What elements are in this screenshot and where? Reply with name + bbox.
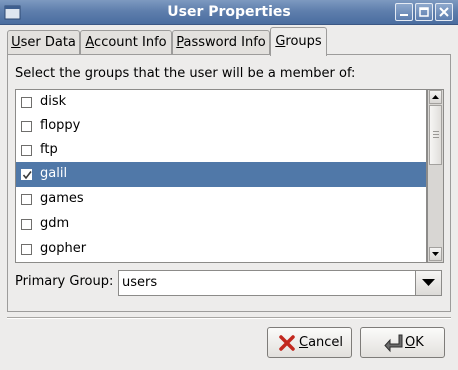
ok-label: OK [405, 335, 424, 350]
maximize-button[interactable] [415, 3, 433, 21]
group-name: floppy [40, 118, 81, 133]
arrow-up-icon [432, 95, 439, 99]
group-checkbox[interactable] [21, 244, 32, 255]
group-name: gopher [40, 241, 87, 256]
group-name: disk [40, 94, 67, 109]
groups-instruction: Select the groups that the user will be … [15, 66, 356, 81]
primary-group-combo[interactable]: users [118, 270, 442, 296]
group-name: galil [40, 166, 68, 181]
group-row-games[interactable]: games [16, 187, 426, 212]
primary-group-dropdown-button[interactable] [415, 271, 441, 295]
title-bar[interactable]: User Properties [0, 0, 458, 25]
tab-label: User Data [11, 35, 76, 50]
close-button[interactable] [435, 3, 453, 21]
chevron-down-icon [422, 279, 435, 286]
group-row-ftp[interactable]: ftp [16, 138, 426, 163]
minimize-icon [400, 14, 408, 16]
group-checkbox[interactable] [21, 97, 32, 108]
groups-list[interactable]: disk floppy ftp galil games gdm gopher [15, 89, 427, 263]
cancel-button[interactable]: Cancel [267, 327, 352, 358]
arrow-down-icon [432, 252, 439, 256]
maximize-icon [419, 7, 429, 17]
group-checkbox[interactable] [21, 145, 32, 156]
tab-user-data[interactable]: User Data [7, 30, 80, 55]
separator [7, 317, 451, 319]
scroll-thumb[interactable] [429, 105, 442, 165]
cancel-x-icon [278, 334, 296, 356]
scroll-down-button[interactable] [429, 247, 442, 261]
ok-button[interactable]: OK [360, 327, 445, 358]
group-checkbox[interactable] [21, 194, 32, 205]
group-name: ftp [40, 142, 58, 157]
group-row-galil[interactable]: galil [16, 162, 426, 187]
groups-scrollbar[interactable] [427, 89, 444, 263]
cancel-label: Cancel [299, 335, 344, 350]
group-name: gdm [40, 216, 70, 231]
window-title: User Properties [167, 4, 291, 20]
tab-label: Password Info [176, 35, 266, 50]
group-checkbox[interactable] [21, 219, 32, 230]
checkmark-icon [22, 171, 32, 180]
group-row-disk[interactable]: disk [16, 90, 426, 115]
minimize-button[interactable] [395, 3, 413, 21]
group-checkbox[interactable] [21, 121, 32, 132]
tab-label: Account Info [85, 35, 167, 50]
scroll-up-button[interactable] [429, 90, 442, 104]
tab-label: Groups [275, 34, 322, 49]
group-checkbox[interactable] [21, 169, 32, 180]
group-row-floppy[interactable]: floppy [16, 114, 426, 139]
primary-group-value[interactable]: users [122, 275, 157, 290]
tab-groups[interactable]: Groups [270, 27, 327, 56]
close-icon [439, 7, 449, 17]
primary-group-label: Primary Group: [15, 274, 114, 289]
tab-password-info[interactable]: Password Info [172, 30, 270, 55]
group-row-gdm[interactable]: gdm [16, 212, 426, 237]
group-name: games [40, 191, 84, 206]
ok-arrow-icon [383, 333, 403, 357]
tab-account-info[interactable]: Account Info [80, 30, 172, 55]
group-row-gopher[interactable]: gopher [16, 237, 426, 262]
